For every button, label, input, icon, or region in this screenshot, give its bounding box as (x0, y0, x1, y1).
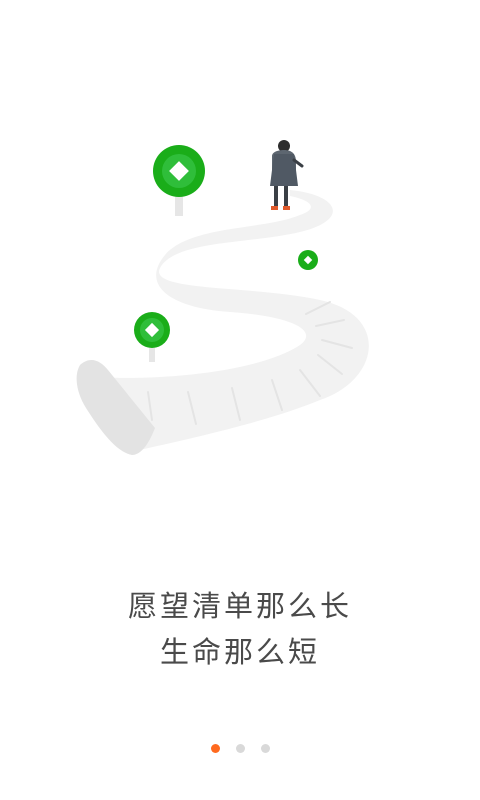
page-indicator (0, 744, 480, 753)
page-dot-3[interactable] (260, 744, 270, 753)
green-coin-pin-icon (153, 145, 205, 216)
onboarding-caption-line2: 生命那么短 (159, 635, 320, 669)
green-coin-pin-icon (134, 312, 170, 362)
green-coin-pin-icon (298, 250, 318, 270)
page-dot-2[interactable] (235, 744, 245, 753)
onboarding-illustration (76, 140, 369, 455)
winding-road-scroll (76, 190, 369, 455)
walking-man-figure (270, 140, 304, 210)
onboarding-caption-line1: 愿望清单那么长 (127, 589, 352, 623)
onboarding-screen[interactable]: 愿望清单那么长 生命那么短 (0, 0, 480, 800)
page-dot-1[interactable] (210, 744, 220, 753)
